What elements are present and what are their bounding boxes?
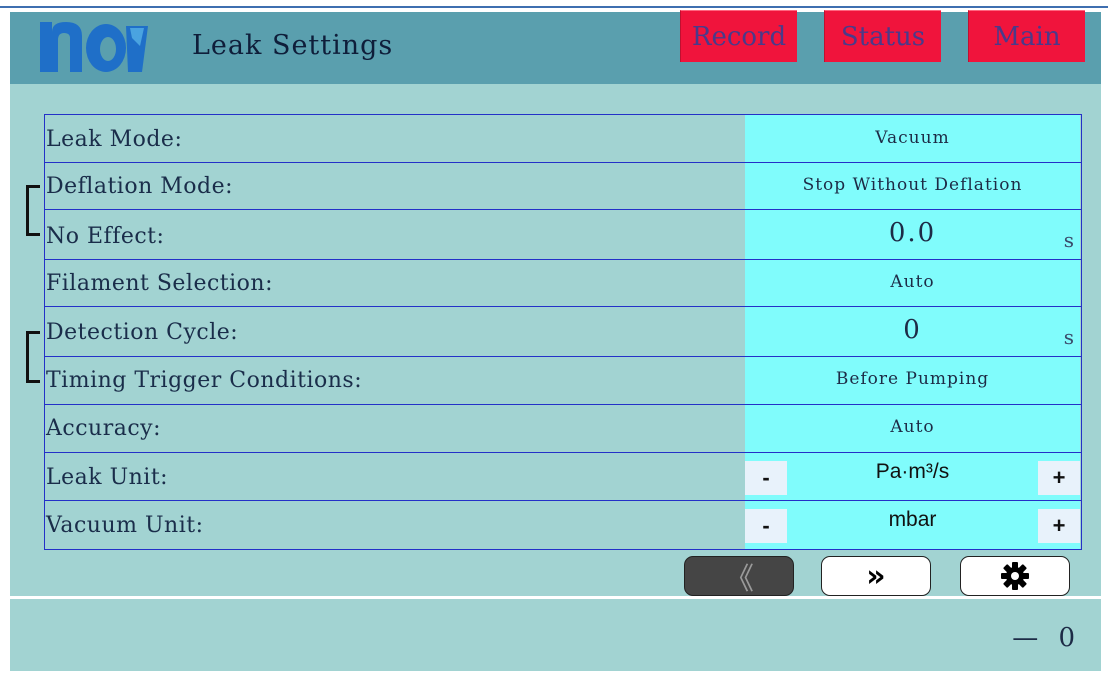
row-label: Timing Trigger Conditions: [46, 368, 363, 393]
setting-row-leak-unit: Leak Unit: - Pa·m³/s + [45, 453, 1081, 501]
top-divider [0, 6, 1108, 8]
double-chevron-right-icon: » [866, 558, 886, 594]
value-text: Stop Without Deflation [802, 175, 1023, 195]
no-effect-value[interactable]: 0.0 s [745, 210, 1080, 259]
value-text: 0 [903, 315, 922, 345]
settings-button[interactable] [960, 556, 1070, 596]
footer-bar: — 0 [10, 599, 1101, 671]
row-label: Accuracy: [46, 416, 161, 441]
accuracy-value[interactable]: Auto [745, 405, 1080, 452]
status-button[interactable]: Status [824, 10, 941, 62]
vacuum-unit-stepper: - mbar + [745, 501, 1080, 549]
value-text: Vacuum [875, 128, 950, 148]
setting-row-vacuum-unit: Vacuum Unit: - mbar + [45, 501, 1081, 549]
value-text: Before Pumping [835, 369, 990, 389]
row-label: Deflation Mode: [46, 174, 234, 199]
setting-row-timing-trigger: Timing Trigger Conditions: Before Pumpin… [45, 357, 1081, 405]
nai-logo-icon [40, 22, 148, 72]
detection-cycle-value[interactable]: 0 s [745, 307, 1080, 356]
vacuum-unit-value: mbar [888, 508, 937, 531]
row-label: Leak Mode: [46, 127, 183, 152]
unit-label: s [1063, 228, 1074, 252]
value-text: Auto [890, 417, 935, 437]
timing-trigger-value[interactable]: Before Pumping [745, 357, 1080, 404]
row-label: Detection Cycle: [46, 320, 239, 345]
row-label: No Effect: [46, 224, 165, 249]
setting-row-accuracy: Accuracy: Auto [45, 405, 1081, 453]
row-label: Filament Selection: [46, 271, 274, 296]
gear-icon [1001, 562, 1029, 590]
row-label: Vacuum Unit: [46, 513, 204, 538]
row-label: Leak Unit: [46, 465, 169, 490]
leak-unit-stepper: - Pa·m³/s + [745, 453, 1080, 500]
group-bracket-deflation [26, 185, 40, 236]
vacuum-unit-decrease-button[interactable]: - [745, 509, 787, 543]
screen: Leak Settings Record Status Main Leak Mo… [0, 0, 1108, 675]
previous-page-button[interactable]: 《 [684, 556, 794, 597]
double-chevron-left-icon: 《 [724, 562, 754, 597]
deflation-mode-value[interactable]: Stop Without Deflation [745, 163, 1080, 209]
vacuum-unit-increase-button[interactable]: + [1038, 509, 1080, 543]
settings-table: Leak Mode: Vacuum Deflation Mode: Stop W… [44, 114, 1082, 550]
group-bracket-detection [26, 331, 40, 383]
value-text: 0.0 [888, 218, 937, 248]
leak-unit-decrease-button[interactable]: - [745, 461, 787, 495]
leak-unit-value: Pa·m³/s [875, 460, 950, 483]
unit-label: s [1063, 325, 1074, 349]
leak-mode-value[interactable]: Vacuum [745, 115, 1080, 162]
leak-unit-increase-button[interactable]: + [1038, 461, 1080, 495]
record-button[interactable]: Record [680, 10, 797, 62]
page-title: Leak Settings [192, 30, 394, 61]
setting-row-no-effect: No Effect: 0.0 s [45, 210, 1081, 260]
footer-readout: — 0 [1012, 623, 1081, 653]
next-page-button[interactable]: » [821, 556, 931, 596]
setting-row-leak-mode: Leak Mode: Vacuum [45, 115, 1081, 163]
value-text: Auto [890, 272, 935, 292]
setting-row-detection-cycle: Detection Cycle: 0 s [45, 307, 1081, 357]
filament-selection-value[interactable]: Auto [745, 260, 1080, 306]
setting-row-deflation-mode: Deflation Mode: Stop Without Deflation [45, 163, 1081, 210]
main-button[interactable]: Main [968, 10, 1085, 62]
setting-row-filament-selection: Filament Selection: Auto [45, 260, 1081, 307]
